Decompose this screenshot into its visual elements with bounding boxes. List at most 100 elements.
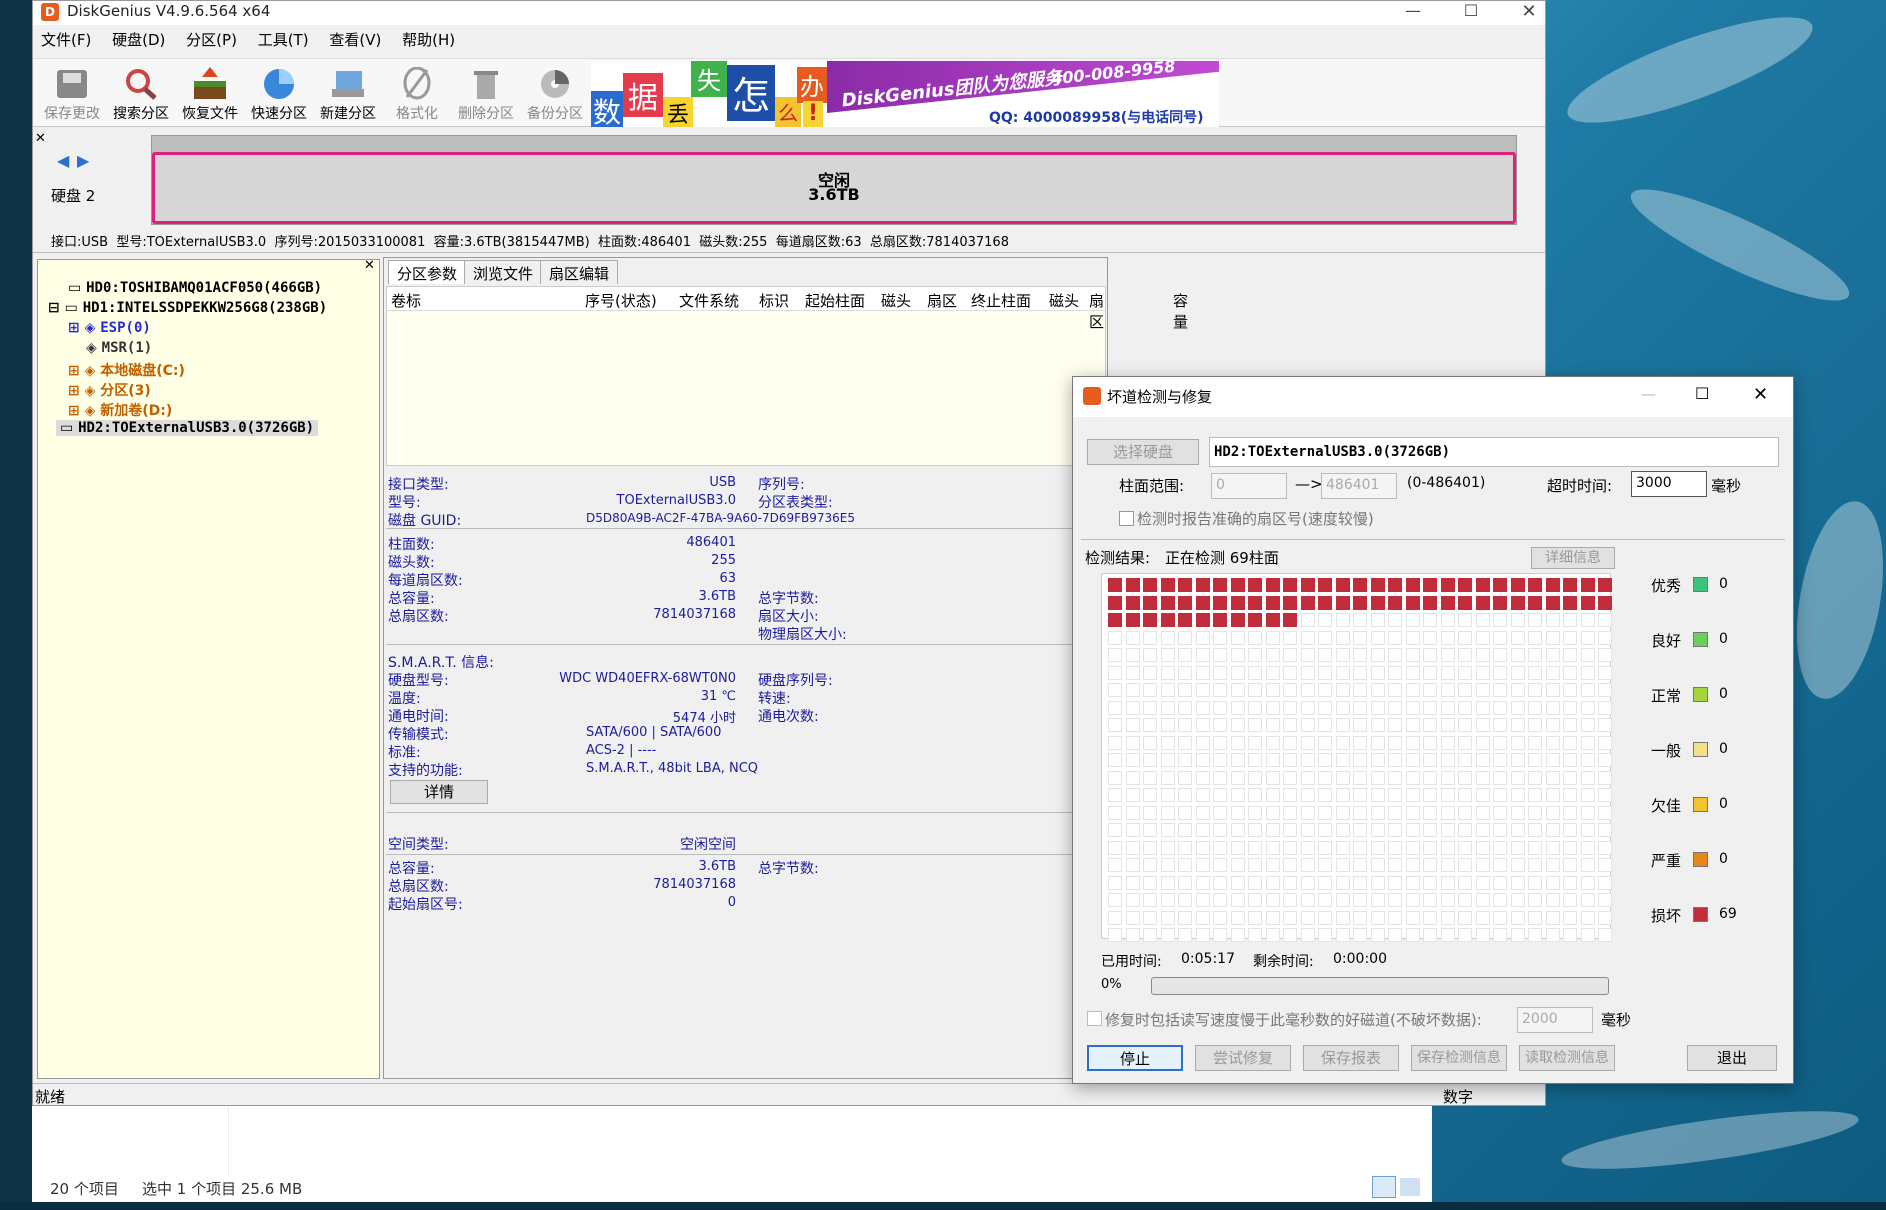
save-info-button[interactable]: 保存检测信息 (1411, 1045, 1507, 1071)
minimize-icon[interactable]: — (1393, 1, 1433, 25)
block-unchecked (1598, 753, 1612, 767)
read-info-button[interactable]: 读取检测信息 (1519, 1045, 1615, 1071)
prop-spt-label: 每道扇区数: (388, 573, 463, 589)
col-start-head[interactable]: 磁头 (881, 290, 911, 311)
details-button[interactable]: 详细信息 (1531, 547, 1615, 569)
expand-icon[interactable]: ⊞ (68, 383, 85, 399)
col-start-sector[interactable]: 扇区 (927, 290, 957, 311)
block-unchecked (1300, 648, 1315, 662)
block-unchecked (1178, 858, 1192, 872)
block-unchecked (1195, 805, 1210, 820)
block-unchecked (1458, 718, 1472, 732)
menu-partition[interactable]: 分区(P) (186, 31, 237, 49)
tree-node-p3[interactable]: ⊞ ◈ 分区(3) (68, 380, 151, 400)
block-unchecked (1230, 875, 1245, 890)
collapse-icon[interactable]: ⊟ (48, 300, 65, 316)
quick-partition-button[interactable]: 快速分区 (244, 61, 314, 125)
block-bad (1353, 595, 1367, 610)
tree-node-hd0[interactable]: ▭ HD0:TOSHIBAMQ01ACF050(466GB) (68, 280, 322, 296)
block-unchecked (1213, 823, 1227, 837)
tree-node-esp[interactable]: ⊞ ◈ ESP(0) (68, 320, 151, 336)
block-bad (1545, 578, 1560, 592)
menu-disk[interactable]: 硬盘(D) (112, 31, 165, 49)
format-button[interactable]: 格式化 (382, 61, 452, 125)
col-end-cyl[interactable]: 终止柱面 (971, 290, 1031, 311)
menu-file[interactable]: 文件(F) (41, 31, 91, 49)
menu-view[interactable]: 查看(V) (329, 31, 381, 49)
expand-icon[interactable]: ⊞ (68, 363, 85, 379)
block-unchecked (1108, 735, 1122, 750)
repair-ms-input[interactable]: 2000 (1517, 1007, 1593, 1033)
block-unchecked (1248, 630, 1262, 645)
dialog-maximize-icon[interactable]: ☐ (1695, 384, 1709, 403)
block-unchecked (1493, 718, 1507, 732)
smart-detail-button[interactable]: 详情 (390, 780, 488, 804)
tree-node-hd2[interactable]: ▭ HD2:TOExternalUSB3.0(3726GB) (56, 420, 319, 436)
tiles-view-icon[interactable] (1400, 1178, 1420, 1196)
block-bad (1563, 595, 1577, 610)
space-sectors-value: 7814037168 (653, 877, 736, 892)
advertisement-banner[interactable]: 数 据 丢 失 怎 么 办 ! DiskGenius团队为您服务 400-008… (591, 61, 1219, 127)
details-view-icon[interactable] (1372, 1176, 1396, 1198)
col-volume[interactable]: 卷标 (391, 290, 421, 311)
col-index[interactable]: 序号(状态) (585, 290, 657, 311)
col-end-head[interactable]: 磁头 (1049, 290, 1079, 311)
block-bad (1370, 595, 1385, 610)
block-unchecked (1248, 840, 1262, 855)
tree-node-hd1[interactable]: ⊟ ▭ HD1:INTELSSDPEKKW256G8(238GB) (48, 300, 327, 316)
new-partition-button[interactable]: 新建分区 (313, 61, 383, 125)
tree-node-c[interactable]: ⊞ ◈ 本地磁盘(C:) (68, 360, 185, 380)
repair-slow-checkbox[interactable] (1087, 1011, 1102, 1026)
block-unchecked (1388, 858, 1402, 872)
backup-partition-button[interactable]: 备份分区 (520, 61, 590, 125)
expand-icon[interactable]: ⊞ (68, 403, 85, 419)
block-unchecked (1143, 893, 1157, 907)
stop-button[interactable]: 停止 (1087, 1045, 1183, 1071)
col-start-cyl[interactable]: 起始柱面 (805, 290, 865, 311)
tree-node-d[interactable]: ⊞ ◈ 新加卷(D:) (68, 400, 172, 420)
tab-browse-files[interactable]: 浏览文件 (464, 260, 543, 284)
legend-swatch (1693, 687, 1708, 702)
maximize-icon[interactable]: ☐ (1451, 1, 1491, 25)
search-partition-button[interactable]: 搜索分区 (106, 61, 176, 125)
col-end-sector[interactable]: 扇区 (1089, 290, 1105, 332)
save-report-button[interactable]: 保存报表 (1303, 1045, 1399, 1071)
menu-help[interactable]: 帮助(H) (402, 31, 455, 49)
block-unchecked (1178, 928, 1192, 942)
block-unchecked (1563, 910, 1577, 925)
dialog-close-icon[interactable]: ✕ (1753, 384, 1768, 405)
delete-partition-button[interactable]: 删除分区 (451, 61, 521, 125)
close-panel-icon[interactable]: ✕ (35, 131, 46, 146)
prev-disk-icon[interactable]: ◀ (57, 151, 69, 170)
close-tree-icon[interactable]: ✕ (364, 258, 375, 273)
next-disk-icon[interactable]: ▶ (77, 151, 89, 170)
select-disk-button[interactable]: 选择硬盘 (1087, 439, 1199, 465)
tab-partition-params[interactable]: 分区参数 (388, 260, 467, 284)
block-unchecked (1510, 928, 1525, 942)
tree-node-msr[interactable]: ◈ MSR(1) (86, 340, 152, 356)
timeout-input[interactable]: 3000 (1631, 471, 1707, 497)
try-repair-button[interactable]: 尝试修复 (1195, 1045, 1291, 1071)
recover-files-button[interactable]: 恢复文件 (175, 61, 245, 125)
block-unchecked (1598, 630, 1612, 645)
legend-label: 良好 (1651, 632, 1682, 650)
save-changes-button[interactable]: 保存更改 (37, 61, 107, 125)
disk-map-bar[interactable]: 空闲 3.6TB (151, 135, 1517, 225)
tab-sector-edit[interactable]: 扇区编辑 (540, 260, 619, 284)
dialog-minimize-icon[interactable]: — (1641, 385, 1656, 403)
col-filesystem[interactable]: 文件系统 (679, 290, 739, 311)
accurate-sector-checkbox[interactable] (1119, 511, 1134, 526)
exit-button[interactable]: 退出 (1687, 1045, 1777, 1071)
col-id[interactable]: 标识 (759, 290, 789, 311)
block-unchecked (1510, 683, 1525, 697)
col-capacity[interactable]: 容量 (1173, 290, 1188, 332)
app-logo-icon: D (41, 3, 59, 21)
expand-icon[interactable]: ⊞ (68, 320, 85, 336)
cyl-to-input[interactable]: 486401 (1321, 473, 1397, 499)
block-unchecked (1475, 770, 1490, 785)
close-icon[interactable]: ✕ (1509, 1, 1549, 25)
block-unchecked (1318, 753, 1332, 767)
block-unchecked (1160, 823, 1175, 837)
menu-tools[interactable]: 工具(T) (258, 31, 309, 49)
cyl-from-input[interactable]: 0 (1211, 473, 1287, 499)
